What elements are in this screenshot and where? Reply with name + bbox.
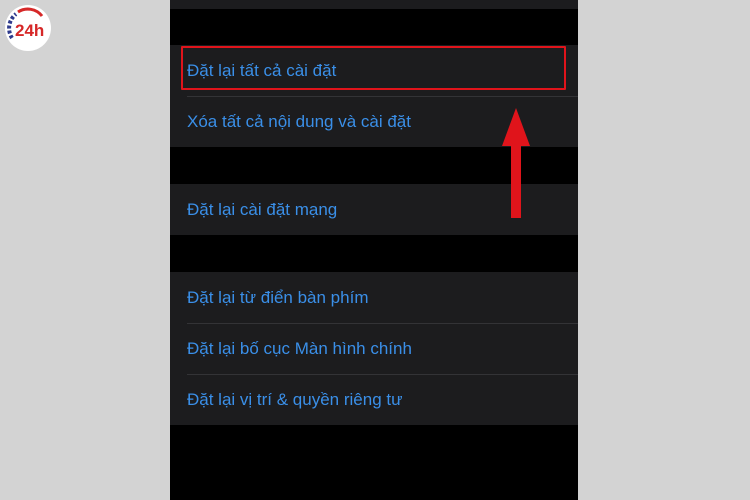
- reset-group-3: Đặt lại từ điển bàn phím Đặt lại bố cục …: [170, 272, 578, 425]
- previous-group-bottom: [170, 0, 578, 9]
- reset-location-privacy-item[interactable]: Đặt lại vị trí & quyền riêng tư: [170, 374, 578, 425]
- reset-home-screen-layout-item[interactable]: Đặt lại bố cục Màn hình chính: [170, 323, 578, 374]
- red-up-arrow-icon: [502, 108, 530, 218]
- 24h-logo-icon: 24h: [5, 5, 51, 51]
- logo-text: 24h: [15, 21, 44, 40]
- highlight-box: [181, 46, 566, 90]
- reset-keyboard-dictionary-item[interactable]: Đặt lại từ điển bàn phím: [170, 272, 578, 323]
